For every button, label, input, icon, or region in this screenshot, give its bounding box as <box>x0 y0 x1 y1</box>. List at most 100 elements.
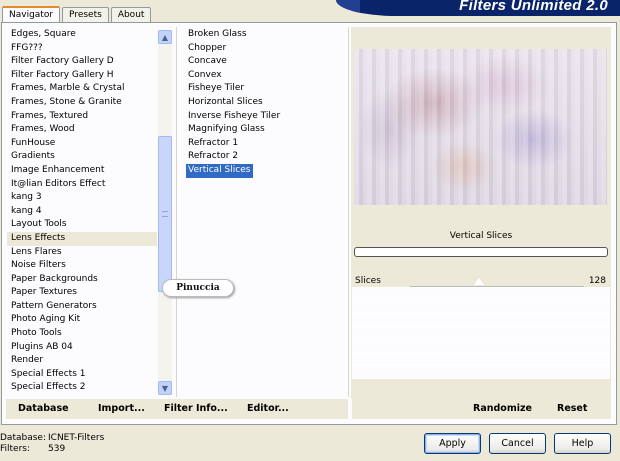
filter-item[interactable]: Concave <box>186 55 227 69</box>
title-banner: Filters Unlimited 2.0 <box>336 0 620 16</box>
filter-list[interactable]: Broken Glass Chopper Concave Convex Fisheye … <box>186 28 346 178</box>
filter-item[interactable]: Horizontal Slices <box>186 96 263 110</box>
tab-presets[interactable]: Presets <box>62 7 109 23</box>
param-row-empty <box>352 366 610 379</box>
param-row[interactable]: Slices 128 <box>352 275 610 288</box>
cancel-button[interactable]: Cancel <box>489 433 546 454</box>
category-item[interactable]: Layout Tools <box>7 218 157 232</box>
app-title: Filters Unlimited 2.0 <box>459 0 608 14</box>
param-slider-track[interactable] <box>410 286 584 287</box>
category-item[interactable]: Lens Flares <box>7 246 157 260</box>
filters-count-label: Filters: <box>0 444 31 454</box>
watermark-signature: Pinuccia <box>162 279 234 297</box>
category-scrollbar[interactable]: ▲ ▼ <box>158 30 172 395</box>
database-label: Database: <box>0 433 46 443</box>
category-item[interactable]: Special Effects 2 <box>7 381 157 395</box>
category-item[interactable]: Gradients <box>7 150 157 164</box>
preview-toolbar: Randomize Reset <box>352 399 611 419</box>
list-divider <box>176 27 177 397</box>
list-divider <box>348 27 349 397</box>
navigator-toolbar: Database Import... Filter Info... Editor… <box>6 399 348 419</box>
category-item[interactable]: Noise Filters <box>7 259 157 273</box>
filter-row: Horizontal Slices <box>186 96 346 110</box>
param-slider-thumb[interactable] <box>474 278 484 285</box>
filter-row: Refractor 1 <box>186 137 346 151</box>
category-item[interactable]: Paper Textures <box>7 286 157 300</box>
progress-bar <box>354 247 608 257</box>
filter-item[interactable]: Magnifying Glass <box>186 123 265 137</box>
parameter-list: Slices 128 <box>352 275 610 393</box>
category-item[interactable]: Filter Factory Gallery D <box>7 55 157 69</box>
category-list[interactable]: Edges, Square FFG??? Filter Factory Galler… <box>7 28 157 396</box>
category-item[interactable]: Render <box>7 354 157 368</box>
editor-button[interactable]: Editor... <box>247 403 289 414</box>
filters-count-value: 539 <box>48 444 66 454</box>
category-item[interactable]: Frames, Wood <box>7 123 157 137</box>
apply-button[interactable]: Apply <box>424 433 481 454</box>
category-item[interactable]: Lens Effects <box>7 231 157 246</box>
filter-item[interactable]: Chopper <box>186 42 226 56</box>
category-item[interactable]: FunHouse <box>7 137 157 151</box>
category-item[interactable]: Plugins AB 04 <box>7 341 157 355</box>
category-item[interactable]: Filter Factory Gallery H <box>7 69 157 83</box>
category-item[interactable]: Frames, Marble & Crystal <box>7 82 157 96</box>
filter-item[interactable]: Vertical Slices <box>186 163 254 178</box>
category-item[interactable]: Photo Aging Kit <box>7 313 157 327</box>
param-row-empty <box>352 340 610 353</box>
filter-item[interactable]: Refractor 1 <box>186 137 238 151</box>
filter-row: Concave <box>186 55 346 69</box>
category-item[interactable]: Photo Tools <box>7 327 157 341</box>
filter-item[interactable]: Inverse Fisheye Tiler <box>186 110 280 124</box>
category-item[interactable]: kang 4 <box>7 205 157 219</box>
chevron-up-icon: ▲ <box>161 32 169 42</box>
scroll-up-button[interactable]: ▲ <box>158 30 172 44</box>
status-area: Database: ICNET-Filters Filters: 539 <box>0 433 104 455</box>
param-value: 128 <box>588 276 606 286</box>
filter-item[interactable]: Fisheye Tiler <box>186 82 244 96</box>
help-button[interactable]: Help <box>554 433 611 454</box>
navigator-panel: Edges, Square FFG??? Filter Factory Galler… <box>1 22 617 425</box>
param-label: Slices <box>355 276 381 286</box>
category-item[interactable]: FFG??? <box>7 42 157 56</box>
param-row-empty <box>352 301 610 314</box>
category-item[interactable]: Frames, Textured <box>7 110 157 124</box>
grip-icon <box>162 211 168 217</box>
filter-row: Fisheye Tiler <box>186 82 346 96</box>
category-item[interactable]: Image Enhancement <box>7 164 157 178</box>
import-button[interactable]: Import... <box>98 403 145 414</box>
param-row-empty <box>352 327 610 340</box>
category-item[interactable]: It@lian Editors Effect <box>7 178 157 192</box>
param-row-empty <box>352 353 610 366</box>
filter-row: Broken Glass <box>186 28 346 42</box>
filter-row: Inverse Fisheye Tiler <box>186 110 346 124</box>
category-item[interactable]: Special Effects 1 <box>7 368 157 382</box>
tab-navigator[interactable]: Navigator <box>2 6 61 23</box>
filter-row: Magnifying Glass <box>186 123 346 137</box>
param-row-empty <box>352 314 610 327</box>
filter-info-button[interactable]: Filter Info... <box>164 403 228 414</box>
tab-bar: Navigator Presets About <box>2 6 153 23</box>
filter-row: Refractor 2 <box>186 150 346 164</box>
database-value: ICNET-Filters <box>48 433 105 443</box>
selected-filter-label: Vertical Slices <box>449 231 513 241</box>
param-row-empty <box>352 288 610 301</box>
category-item[interactable]: Edges, Square <box>7 28 157 42</box>
category-item[interactable]: Pattern Generators <box>7 300 157 314</box>
scroll-down-button[interactable]: ▼ <box>158 381 172 395</box>
category-item[interactable]: Paper Backgrounds <box>7 273 157 287</box>
scroll-thumb[interactable] <box>158 136 172 292</box>
filter-row: Chopper <box>186 42 346 56</box>
category-item[interactable]: Frames, Stone & Granite <box>7 96 157 110</box>
category-item[interactable]: kang 3 <box>7 191 157 205</box>
tab-about[interactable]: About <box>110 7 152 23</box>
randomize-button[interactable]: Randomize <box>473 403 532 414</box>
filter-item[interactable]: Broken Glass <box>186 28 247 42</box>
preview-image[interactable] <box>354 49 607 205</box>
filter-item[interactable]: Refractor 2 <box>186 150 238 164</box>
filter-row: Vertical Slices <box>186 163 346 178</box>
database-button[interactable]: Database <box>18 403 69 414</box>
chevron-down-icon: ▼ <box>161 383 169 393</box>
reset-button[interactable]: Reset <box>557 403 587 414</box>
filter-row: Convex <box>186 69 346 83</box>
filter-item[interactable]: Convex <box>186 69 222 83</box>
